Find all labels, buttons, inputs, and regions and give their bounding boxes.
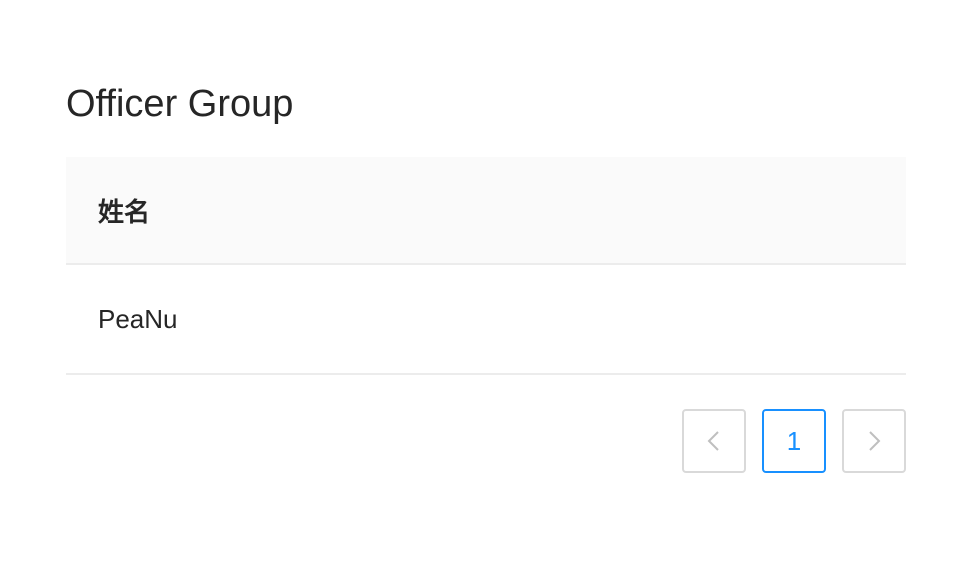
table-cell-name: PeaNu <box>98 303 178 334</box>
column-header-name: 姓名 <box>98 197 151 228</box>
table-row: PeaNu <box>66 265 906 375</box>
next-page-button[interactable] <box>842 409 906 473</box>
page-number: 1 <box>786 425 802 456</box>
table-header: 姓名 <box>66 157 906 265</box>
officer-table: 姓名 PeaNu <box>66 157 906 375</box>
chevron-right-icon <box>869 431 881 451</box>
prev-page-button[interactable] <box>682 409 746 473</box>
page-title: Officer Group <box>66 83 294 125</box>
chevron-left-icon <box>707 431 719 451</box>
page-1-button[interactable]: 1 <box>762 409 826 473</box>
pagination: 1 <box>682 409 906 473</box>
